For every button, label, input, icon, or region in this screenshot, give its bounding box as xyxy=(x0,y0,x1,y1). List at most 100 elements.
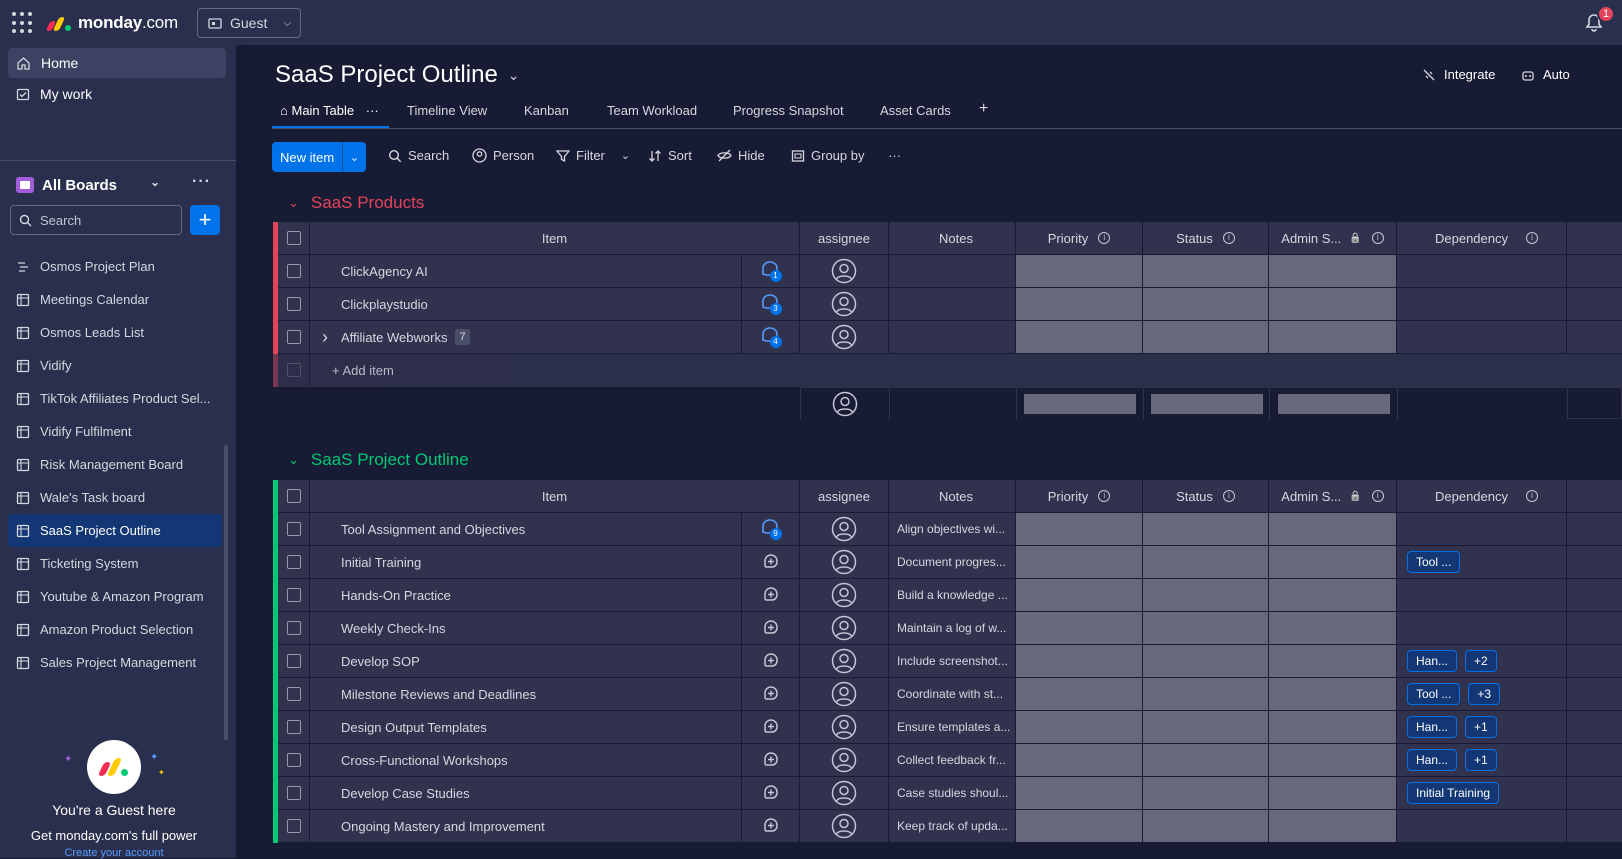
assignee-cell[interactable] xyxy=(800,321,889,353)
item-name-cell[interactable]: Weekly Check-Ins xyxy=(310,612,742,644)
status-cell[interactable] xyxy=(1143,777,1269,809)
dependency-pill[interactable]: Han... xyxy=(1407,749,1458,771)
tab-timeline-view[interactable]: Timeline View xyxy=(407,103,487,118)
sidebar-board-item[interactable]: Osmos Leads List xyxy=(8,316,222,349)
dependency-cell[interactable]: Tool ... +3 xyxy=(1397,678,1567,710)
add-update-icon[interactable] xyxy=(762,586,780,604)
row-checkbox[interactable] xyxy=(278,711,310,743)
column-priority[interactable]: Priority i xyxy=(1016,222,1143,254)
row-checkbox[interactable] xyxy=(278,612,310,644)
person-avatar-icon[interactable] xyxy=(832,391,858,417)
person-avatar-icon[interactable] xyxy=(831,549,857,575)
guest-workspace-button[interactable]: Guest ⌵ xyxy=(197,8,301,38)
status-cell[interactable] xyxy=(1143,255,1269,287)
notes-cell[interactable]: Build a knowledge ... xyxy=(889,579,1016,611)
add-item-label[interactable]: + Add item xyxy=(310,354,394,387)
select-all-checkbox[interactable] xyxy=(278,480,310,512)
add-item-row[interactable]: + Add item xyxy=(273,354,1622,387)
tab-kanban[interactable]: Kanban xyxy=(524,103,569,118)
automate-button[interactable]: Auto xyxy=(1521,67,1570,82)
notes-cell[interactable]: Coordinate with st... xyxy=(889,678,1016,710)
row-checkbox[interactable] xyxy=(278,255,310,287)
all-boards-header[interactable]: All Boards ⌄ ··· xyxy=(16,169,222,201)
row-checkbox[interactable] xyxy=(278,678,310,710)
row-checkbox[interactable] xyxy=(278,513,310,545)
info-icon[interactable]: i xyxy=(1526,490,1538,502)
chevron-down-icon[interactable]: ⌄ xyxy=(288,195,299,211)
admin-status-cell[interactable] xyxy=(1269,288,1397,320)
priority-cell[interactable] xyxy=(1016,255,1143,287)
column-status[interactable]: Status i xyxy=(1143,480,1269,512)
notes-cell[interactable] xyxy=(889,321,1016,353)
notes-cell[interactable]: Maintain a log of w... xyxy=(889,612,1016,644)
admin-status-cell[interactable] xyxy=(1269,678,1397,710)
column-admin[interactable]: Admin S... 🔒 i xyxy=(1269,480,1397,512)
row-checkbox[interactable] xyxy=(278,579,310,611)
priority-cell[interactable] xyxy=(1016,612,1143,644)
sidebar-search-input[interactable]: Search xyxy=(10,205,182,235)
assignee-cell[interactable] xyxy=(800,744,889,776)
dependency-cell[interactable]: Han... +1 xyxy=(1397,711,1567,743)
integrate-button[interactable]: Integrate xyxy=(1422,67,1495,82)
priority-cell[interactable] xyxy=(1016,579,1143,611)
person-avatar-icon[interactable] xyxy=(831,780,857,806)
admin-status-cell[interactable] xyxy=(1269,255,1397,287)
notes-cell[interactable]: Include screenshot... xyxy=(889,645,1016,677)
tab-asset-cards[interactable]: Asset Cards xyxy=(880,103,951,118)
item-name-cell[interactable]: Ongoing Mastery and Improvement xyxy=(310,810,742,842)
priority-cell[interactable] xyxy=(1016,321,1143,353)
item-name-cell[interactable]: Cross-Functional Workshops xyxy=(310,744,742,776)
add-update-icon[interactable] xyxy=(762,784,780,802)
admin-status-cell[interactable] xyxy=(1269,645,1397,677)
column-item[interactable]: Item xyxy=(310,222,800,254)
priority-cell[interactable] xyxy=(1016,513,1143,545)
status-cell[interactable] xyxy=(1143,810,1269,842)
add-update-icon[interactable] xyxy=(762,718,780,736)
assignee-cell[interactable] xyxy=(800,579,889,611)
sidebar-board-item[interactable]: Ticketing System xyxy=(8,547,222,580)
monday-logo[interactable]: monday.com xyxy=(45,12,178,34)
item-name-cell[interactable]: Hands-On Practice xyxy=(310,579,742,611)
priority-cell[interactable] xyxy=(1016,711,1143,743)
person-avatar-icon[interactable] xyxy=(831,681,857,707)
sidebar-board-item[interactable]: Vidify xyxy=(8,349,222,382)
dependency-cell[interactable]: Tool ... xyxy=(1397,546,1567,578)
updates-cell[interactable]: 4 xyxy=(742,321,800,353)
person-avatar-icon[interactable] xyxy=(831,516,857,542)
sidebar-board-item[interactable]: Sales Project Management xyxy=(8,646,222,679)
updates-cell[interactable]: 9 xyxy=(742,513,800,545)
dependency-cell[interactable] xyxy=(1397,612,1567,644)
add-update-icon[interactable] xyxy=(762,619,780,637)
admin-status-cell[interactable] xyxy=(1269,810,1397,842)
more-options-icon[interactable]: ··· xyxy=(192,173,211,191)
person-filter-button[interactable]: Person xyxy=(472,148,534,163)
dependency-more-pill[interactable]: +1 xyxy=(1465,716,1497,738)
dependency-pill[interactable]: Han... xyxy=(1407,650,1458,672)
admin-status-cell[interactable] xyxy=(1269,777,1397,809)
sidebar-board-item[interactable]: Risk Management Board xyxy=(8,448,222,481)
select-all-checkbox[interactable] xyxy=(278,222,310,254)
notes-cell[interactable]: Case studies shoul... xyxy=(889,777,1016,809)
priority-cell[interactable] xyxy=(1016,744,1143,776)
chevron-right-icon[interactable]: › xyxy=(322,327,328,348)
info-icon[interactable]: i xyxy=(1098,490,1111,502)
tab-progress-snapshot[interactable]: Progress Snapshot xyxy=(733,103,844,118)
chevron-down-icon[interactable]: ⌄ xyxy=(288,452,299,468)
assignee-cell[interactable] xyxy=(800,711,889,743)
dependency-more-pill[interactable]: +2 xyxy=(1465,650,1497,672)
filter-button[interactable]: Filter ⌄ xyxy=(556,148,630,163)
priority-cell[interactable] xyxy=(1016,678,1143,710)
updates-icon[interactable]: 4 xyxy=(760,327,782,348)
column-priority[interactable]: Priority i xyxy=(1016,480,1143,512)
column-status[interactable]: Status i xyxy=(1143,222,1269,254)
assignee-cell[interactable] xyxy=(800,678,889,710)
dependency-cell[interactable] xyxy=(1397,288,1567,320)
status-cell[interactable] xyxy=(1143,711,1269,743)
sidebar-board-item[interactable]: TikTok Affiliates Product Sel... xyxy=(8,382,222,415)
person-avatar-icon[interactable] xyxy=(831,291,857,317)
add-view-button[interactable]: + xyxy=(979,100,988,118)
row-checkbox[interactable] xyxy=(278,288,310,320)
person-avatar-icon[interactable] xyxy=(831,258,857,284)
row-checkbox[interactable] xyxy=(278,546,310,578)
group-header-saas-project-outline[interactable]: ⌄ SaaS Project Outline xyxy=(288,450,469,470)
